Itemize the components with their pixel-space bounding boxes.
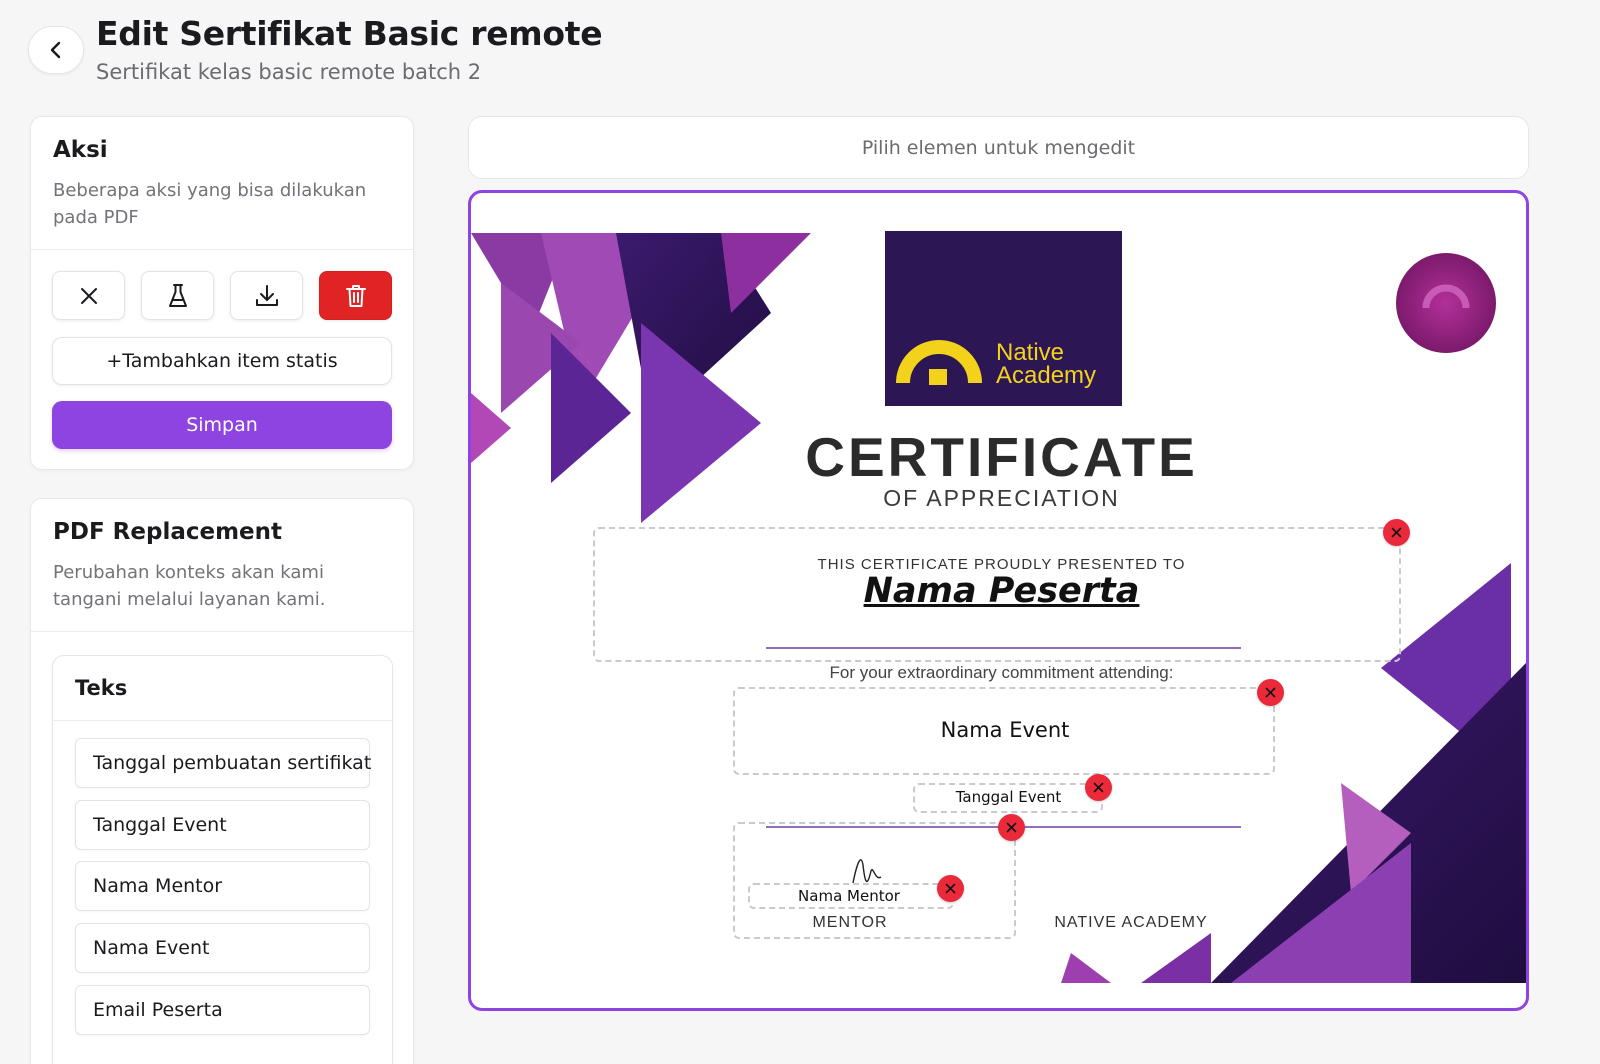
commitment-text: For your extraordinary commitment attend… [829, 663, 1174, 682]
test-button[interactable] [141, 271, 214, 320]
action-icon-row [52, 271, 392, 320]
divider [53, 720, 392, 721]
save-button[interactable]: Simpan [52, 401, 392, 449]
remove-mentor-name-button[interactable] [937, 875, 964, 902]
remove-event-date-button[interactable] [1085, 774, 1112, 801]
mentor-caption: MENTOR [812, 914, 888, 931]
certificate-canvas[interactable]: Native Academy CERTIFICATE OF APPRECIATI… [468, 190, 1529, 1011]
page-subtitle: Sertifikat kelas basic remote batch 2 [96, 60, 482, 84]
teks-item[interactable]: Tanggal Event [75, 800, 370, 850]
pdf-replacement-card: PDF Replacement Perubahan konteks akan k… [30, 498, 414, 1064]
flask-icon [168, 283, 187, 307]
aksi-title: Aksi [53, 137, 108, 163]
close-button[interactable] [52, 271, 125, 320]
certificate-subtitle: OF APPRECIATION [883, 485, 1120, 511]
teks-item[interactable]: Nama Event [75, 923, 370, 973]
event-date-box[interactable] [913, 783, 1103, 813]
teks-title: Teks [75, 676, 128, 700]
trash-icon [345, 284, 366, 307]
close-icon [1006, 822, 1017, 833]
download-button[interactable] [230, 271, 303, 320]
logo-text: Native Academy [996, 339, 1097, 389]
add-static-item-button[interactable]: +Tambahkan item statis [52, 337, 392, 385]
teks-item[interactable]: Tanggal pembuatan sertifikat [75, 738, 371, 788]
seal-icon [1396, 253, 1496, 353]
logo-mark [929, 369, 947, 385]
mentor-name-box[interactable] [748, 883, 954, 909]
org-caption: NATIVE ACADEMY [1054, 914, 1208, 931]
logo-line-2: Academy [996, 362, 1097, 389]
decor-triangle [721, 233, 811, 313]
decor-triangle [1141, 933, 1211, 983]
teks-panel: Teks Tanggal pembuatan sertifikat Tangga… [52, 655, 393, 1064]
divider [31, 249, 413, 250]
remove-event-name-button[interactable] [1257, 679, 1284, 706]
editor-hint-bar: Pilih elemen untuk mengedit [468, 116, 1529, 179]
close-icon [1093, 782, 1104, 793]
close-icon [1391, 527, 1402, 538]
chevron-left-icon [50, 41, 61, 59]
back-button[interactable] [28, 26, 84, 74]
pdf-replacement-description: Perubahan konteks akan kami tangani mela… [53, 562, 326, 610]
event-name-box[interactable] [733, 687, 1275, 775]
participant-name-box[interactable] [593, 527, 1401, 662]
close-icon [1265, 687, 1276, 698]
close-icon [945, 883, 956, 894]
divider [31, 631, 413, 632]
teks-item[interactable]: Email Peserta [75, 985, 370, 1035]
logo-line-1: Native [996, 339, 1065, 366]
download-icon [255, 284, 278, 306]
teks-item[interactable]: Nama Mentor [75, 861, 370, 911]
aksi-description: Beberapa aksi yang bisa dilakukan pada P… [53, 180, 367, 228]
remove-mentor-block-button[interactable] [998, 814, 1025, 841]
close-icon [80, 287, 97, 304]
remove-participant-name-button[interactable] [1383, 519, 1410, 546]
decor-triangle [1231, 843, 1411, 983]
page-title: Edit Sertifikat Basic remote [96, 14, 603, 53]
aksi-card: Aksi Beberapa aksi yang bisa dilakukan p… [30, 116, 414, 470]
delete-button[interactable] [319, 271, 392, 320]
certificate-title: CERTIFICATE [805, 426, 1198, 488]
pdf-replacement-title: PDF Replacement [53, 519, 283, 545]
decor-triangle [1061, 953, 1111, 983]
